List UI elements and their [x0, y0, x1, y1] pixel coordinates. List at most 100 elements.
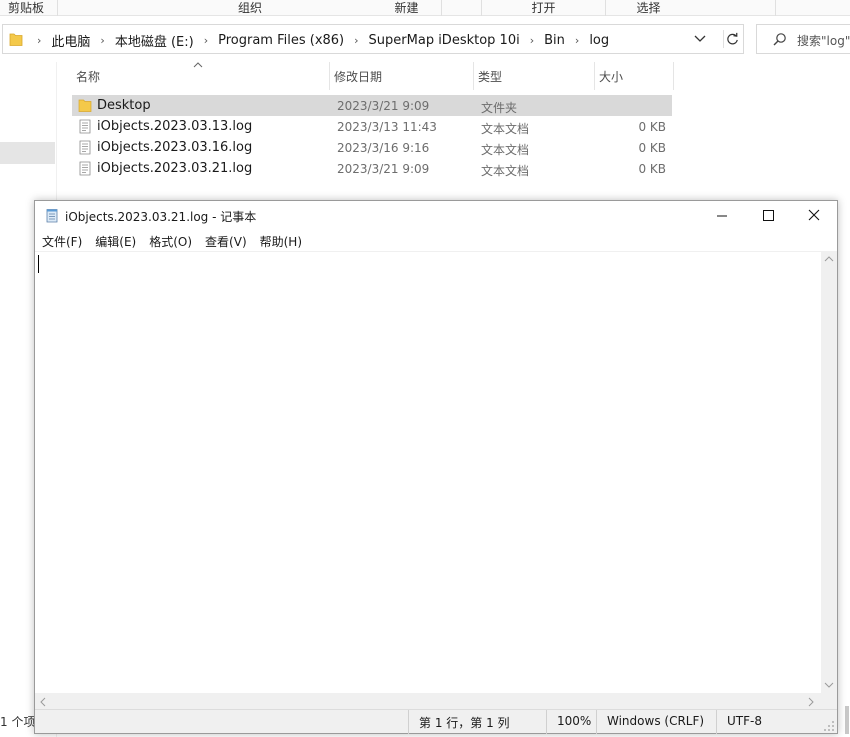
text-caret: [38, 255, 39, 273]
scroll-down-icon[interactable]: [824, 681, 834, 689]
file-name: iObjects.2023.03.21.log: [97, 161, 253, 176]
notepad-menubar: 文件(F) 编辑(E) 格式(O) 查看(V) 帮助(H): [35, 231, 837, 251]
chevron-right-icon[interactable]: ›: [94, 34, 106, 47]
vertical-scrollbar[interactable]: [821, 251, 837, 693]
file-size: 0 KB: [638, 162, 666, 176]
explorer-scrollbar-thumb[interactable]: [845, 706, 849, 734]
address-row: › 此电脑 › 本地磁盘 (E:) › Program Files (x86) …: [0, 16, 850, 62]
file-name: iObjects.2023.03.16.log: [97, 140, 253, 155]
breadcrumb-item[interactable]: Program Files (x86): [210, 33, 348, 48]
status-count-text: 1 个项: [0, 715, 36, 729]
file-list-header: 名称 修改日期 类型 大小: [72, 62, 682, 90]
scrollbar-corner: [821, 693, 837, 709]
menu-file[interactable]: 文件(F): [35, 231, 88, 251]
file-date: 2023/3/13 11:43: [337, 120, 437, 134]
notepad-titlebar[interactable]: iObjects.2023.03.21.log - 记事本: [35, 201, 837, 231]
file-type: 文本文档: [481, 164, 530, 178]
nav-item-selected[interactable]: [0, 142, 55, 164]
file-size: 0 KB: [638, 141, 666, 155]
breadcrumb-item[interactable]: 此电脑: [43, 31, 94, 50]
explorer-status-item-count: 1 个项: [0, 713, 35, 730]
chevron-right-icon[interactable]: ›: [198, 34, 210, 47]
file-row[interactable]: iObjects.2023.03.21.log 2023/3/21 9:09 文…: [72, 158, 672, 179]
notepad-icon: [46, 209, 58, 223]
breadcrumb-item[interactable]: SuperMap iDesktop 10i: [361, 33, 524, 48]
notepad-statusbar: 第 1 行，第 1 列 100% Windows (CRLF) UTF-8: [35, 709, 837, 734]
file-row[interactable]: Desktop 2023/3/21 9:09 文件夹: [72, 95, 672, 116]
column-header-label: 修改日期: [334, 70, 383, 84]
scroll-up-icon[interactable]: [824, 255, 834, 263]
horizontal-scrollbar[interactable]: [35, 693, 821, 709]
status-position-text: 第 1 行，第 1 列: [419, 716, 510, 730]
text-file-icon: [79, 161, 91, 176]
close-icon: [808, 209, 820, 221]
search-input[interactable]: 搜索"log": [756, 24, 850, 54]
menu-view[interactable]: 查看(V): [198, 231, 253, 251]
chevron-right-icon[interactable]: ›: [569, 34, 581, 47]
column-header-label: 名称: [76, 70, 101, 84]
maximize-icon: [763, 210, 774, 221]
status-line-ending-text: Windows (CRLF): [607, 714, 705, 728]
breadcrumb-item[interactable]: Bin: [536, 33, 569, 48]
chevron-right-icon[interactable]: ›: [31, 34, 43, 47]
status-cursor-position: 第 1 行，第 1 列: [408, 710, 546, 734]
menu-format[interactable]: 格式(O): [142, 231, 198, 251]
ribbon-group-label: 选择: [636, 1, 661, 15]
file-size: 0 KB: [638, 120, 666, 134]
scroll-left-icon[interactable]: [39, 697, 47, 707]
column-header-label: 大小: [599, 70, 624, 84]
breadcrumb: › 此电脑 › 本地磁盘 (E:) › Program Files (x86) …: [31, 31, 613, 50]
minimize-button[interactable]: [699, 201, 745, 231]
window-title: iObjects.2023.03.21.log - 记事本: [65, 210, 257, 224]
desktop-screen: 剪贴板 组织 新建 打开 选择 › 此电脑 › 本地磁盘 (E:) › Prog…: [0, 0, 850, 737]
status-line-ending: Windows (CRLF): [596, 710, 716, 734]
column-header-name[interactable]: 名称: [72, 62, 330, 90]
file-row[interactable]: iObjects.2023.03.13.log 2023/3/13 11:43 …: [72, 116, 672, 137]
chevron-right-icon[interactable]: ›: [524, 34, 536, 47]
breadcrumb-item[interactable]: log: [581, 33, 613, 48]
chevron-down-icon[interactable]: [693, 33, 707, 45]
file-name: Desktop: [97, 98, 151, 113]
folder-icon: [9, 33, 23, 46]
search-icon: [773, 33, 786, 46]
notepad-window: iObjects.2023.03.21.log - 记事本 文件(F) 编辑(E…: [34, 200, 838, 734]
chevron-right-icon[interactable]: ›: [348, 34, 360, 47]
file-date: 2023/3/21 9:09: [337, 162, 430, 176]
breadcrumb-item[interactable]: 本地磁盘 (E:): [107, 31, 198, 50]
menu-help[interactable]: 帮助(H): [253, 231, 308, 251]
address-bar[interactable]: › 此电脑 › 本地磁盘 (E:) › Program Files (x86) …: [2, 24, 744, 54]
status-encoding-text: UTF-8: [727, 714, 762, 728]
status-encoding: UTF-8: [716, 710, 837, 734]
resize-grip-icon[interactable]: [823, 720, 835, 732]
folder-icon: [78, 99, 92, 112]
ribbon-group-label: 新建: [394, 1, 419, 15]
scroll-right-icon[interactable]: [807, 697, 815, 707]
ribbon-group-select[interactable]: 选择: [606, 0, 776, 16]
column-header-date[interactable]: 修改日期: [330, 62, 474, 90]
file-name: iObjects.2023.03.13.log: [97, 119, 253, 134]
maximize-button[interactable]: [745, 201, 791, 231]
text-file-icon: [79, 140, 91, 155]
column-header-type[interactable]: 类型: [474, 62, 595, 90]
file-date: 2023/3/21 9:09: [337, 99, 430, 113]
refresh-icon[interactable]: [723, 30, 741, 48]
text-file-icon: [79, 119, 91, 134]
status-zoom: 100%: [546, 710, 596, 734]
file-row[interactable]: iObjects.2023.03.16.log 2023/3/16 9:16 文…: [72, 137, 672, 158]
notepad-text-area[interactable]: [35, 251, 823, 693]
file-type: 文本文档: [481, 122, 530, 136]
column-header-label: 类型: [478, 70, 503, 84]
search-placeholder: 搜索"log": [797, 34, 850, 48]
ribbon-group-new[interactable]: 新建: [332, 0, 482, 16]
menu-edit[interactable]: 编辑(E): [88, 231, 142, 251]
file-type: 文本文档: [481, 143, 530, 157]
file-date: 2023/3/16 9:16: [337, 141, 430, 155]
file-type: 文件夹: [481, 101, 518, 115]
explorer-ribbon: 剪贴板 组织 新建 打开 选择: [0, 0, 850, 16]
status-zoom-text: 100%: [557, 714, 592, 728]
close-button[interactable]: [791, 201, 837, 231]
explorer-scroll-area: [838, 62, 850, 737]
minimize-icon: [717, 215, 727, 217]
column-header-size[interactable]: 大小: [595, 62, 674, 90]
sort-ascending-icon: [193, 62, 203, 68]
